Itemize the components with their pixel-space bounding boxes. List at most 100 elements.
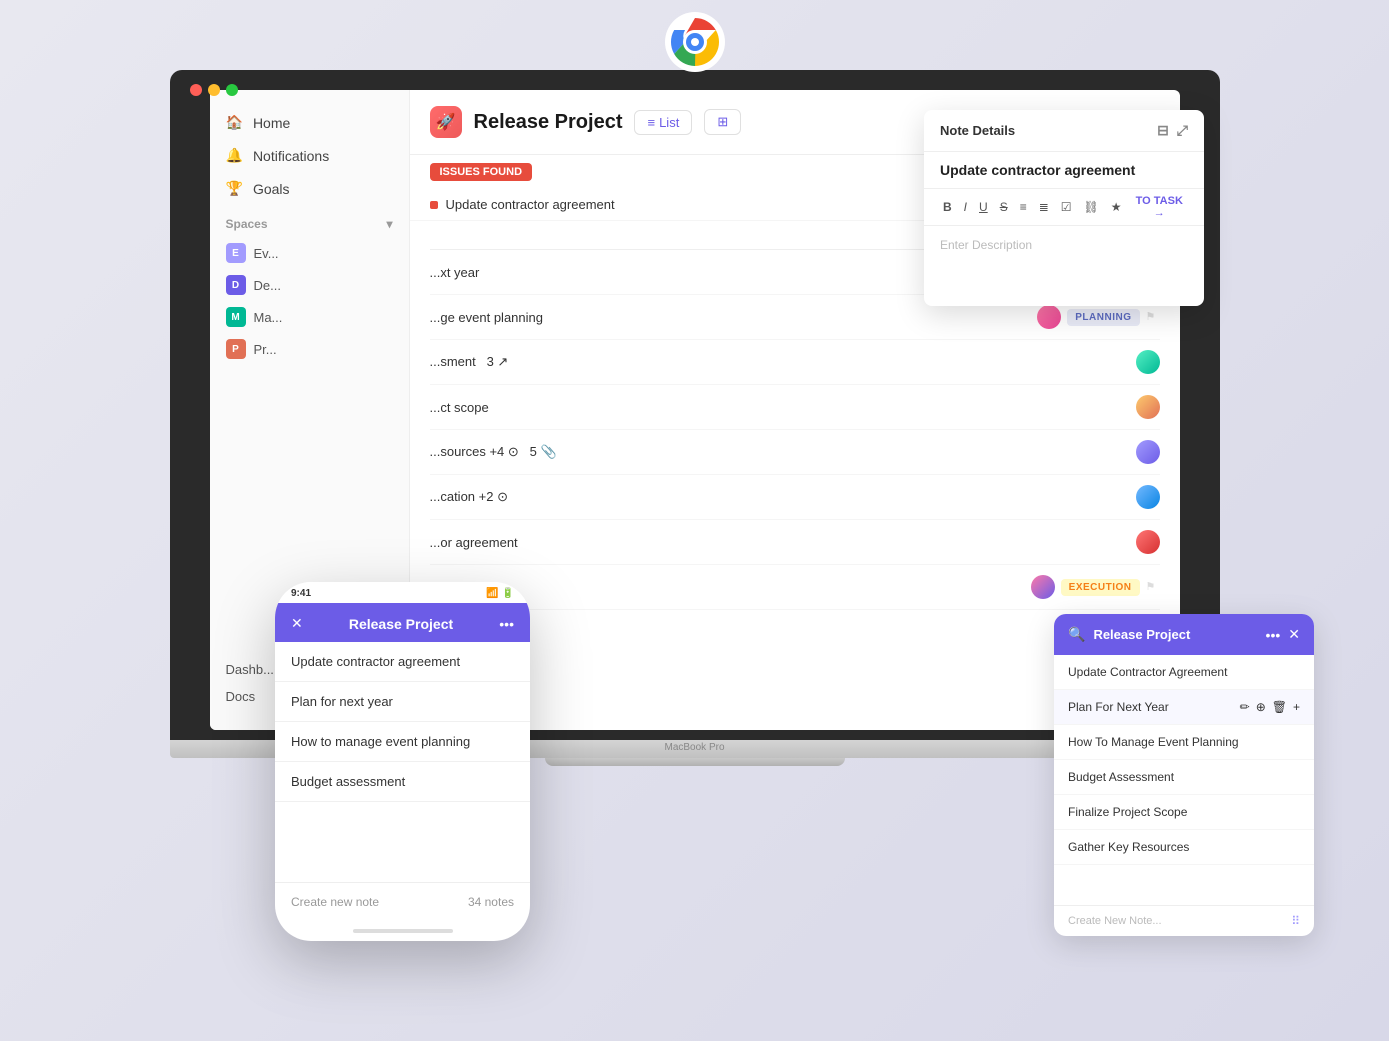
row-text: ...ge event planning [430, 310, 1030, 325]
phone-footer: Create new note 34 notes [275, 882, 530, 921]
table-row[interactable]: ...sources +4 ⊙ 5 📎 [430, 430, 1160, 475]
space-dot-m: M [226, 307, 246, 327]
table-row[interactable]: ...ct scope [430, 385, 1160, 430]
stage-badge-planning: PLANNING [1067, 309, 1139, 326]
row-text: ...sources +4 ⊙ 5 📎 [430, 444, 1128, 460]
space-item-p[interactable]: P Pr... [210, 333, 409, 365]
minimize-button[interactable] [208, 84, 220, 96]
notes-list-item-2[interactable]: Plan For Next Year ✏ ⊕ 🗑 + [1054, 690, 1314, 725]
bold-button[interactable]: B [940, 198, 955, 216]
phone-project-title: Release Project [349, 616, 453, 632]
notes-list-item-6[interactable]: Gather Key Resources [1054, 830, 1314, 865]
phone-more-button[interactable]: ••• [499, 616, 514, 632]
notes-list-header: 🔍 Release Project ••• ✕ [1054, 614, 1314, 655]
space-dot-p: P [226, 339, 246, 359]
trophy-icon: 🏆 [226, 180, 243, 197]
phone-note-item-1[interactable]: Update contractor agreement [275, 642, 530, 682]
sidebar-home-label: Home [253, 115, 290, 131]
project-icon: 🚀 [430, 106, 462, 138]
avatar [1136, 530, 1160, 554]
checkbox-button[interactable]: ☑ [1058, 198, 1075, 216]
table-row[interactable]: ...or agreement [430, 520, 1160, 565]
table-row[interactable]: ...cation +2 ⊙ [430, 475, 1160, 520]
note-toolbar: B I U S ≡ ≣ ☑ ⛓ ★ TO TASK → [924, 189, 1204, 226]
edit-icon[interactable]: ✏ [1240, 700, 1250, 714]
list-ol-button[interactable]: ≣ [1036, 198, 1052, 216]
row-meta: EXECUTION ⚑ [1031, 575, 1160, 599]
close-button[interactable] [190, 84, 202, 96]
row-meta [1136, 395, 1160, 419]
space-label-m: Ma... [254, 310, 283, 325]
tab-list-label: List [659, 115, 679, 130]
apps-icon[interactable]: ⠿ [1291, 914, 1300, 928]
space-item-m[interactable]: M Ma... [210, 301, 409, 333]
notes-footer-icons: ⠿ [1291, 914, 1300, 928]
maximize-button[interactable] [226, 84, 238, 96]
chevron-down-icon[interactable]: ▾ [386, 217, 392, 231]
expand-icon[interactable]: ⤢ [1177, 122, 1188, 139]
phone-note-item-4[interactable]: Budget assessment [275, 762, 530, 802]
phone-create-note-placeholder[interactable]: Create new note [291, 895, 379, 909]
space-item-d[interactable]: D De... [210, 269, 409, 301]
notes-list-item-4[interactable]: Budget Assessment [1054, 760, 1314, 795]
description-placeholder: Enter Description [940, 238, 1032, 252]
underline-button[interactable]: U [976, 198, 991, 216]
notes-list-item-1[interactable]: Update Contractor Agreement [1054, 655, 1314, 690]
delete-icon[interactable]: 🗑 [1272, 700, 1287, 714]
list-ul-button[interactable]: ≡ [1017, 198, 1030, 216]
row-text: ...or agreement [430, 535, 1128, 550]
avatar [1136, 485, 1160, 509]
phone-status-bar: 9:41 📶 🔋 [275, 582, 530, 603]
row-meta: PLANNING ⚑ [1037, 305, 1159, 329]
to-task-button[interactable]: TO TASK → [1131, 195, 1188, 219]
link-button[interactable]: ⛓ [1081, 198, 1102, 216]
space-label-e: Ev... [254, 246, 279, 261]
issue-dot [430, 201, 438, 209]
phone-note-item-3[interactable]: How to manage event planning [275, 722, 530, 762]
notes-close-button[interactable]: ✕ [1288, 626, 1300, 643]
notes-more-button[interactable]: ••• [1266, 627, 1281, 643]
traffic-lights [190, 84, 238, 96]
phone-note-item-2[interactable]: Plan for next year [275, 682, 530, 722]
spaces-label: Spaces [226, 217, 268, 231]
space-label-d: De... [254, 278, 281, 293]
note-description[interactable]: Enter Description [924, 226, 1204, 306]
issue-text: Update contractor agreement [446, 197, 615, 212]
phone-signal: 📶 🔋 [486, 588, 514, 599]
copy-icon[interactable]: ⊕ [1256, 700, 1266, 714]
note-panel-title-label: Note Details [940, 123, 1015, 138]
notes-search-icon[interactable]: 🔍 [1068, 626, 1085, 643]
tab-list[interactable]: ≡ List [634, 110, 692, 135]
chrome-icon [663, 10, 727, 74]
macbook-stand [545, 758, 845, 766]
star-button[interactable]: ★ [1108, 198, 1125, 216]
issues-badge: ISSUES FOUND [430, 163, 533, 181]
sidebar-item-notifications[interactable]: 🔔 Notifications [210, 139, 409, 172]
notes-list-item-3[interactable]: How To Manage Event Planning [1054, 725, 1314, 760]
table-row[interactable]: ...any website EXECUTION ⚑ [430, 565, 1160, 610]
italic-button[interactable]: I [961, 198, 970, 216]
bell-icon: 🔔 [226, 147, 243, 164]
notes-list-title: Release Project [1093, 627, 1257, 642]
note-title[interactable]: Update contractor agreement [924, 152, 1204, 189]
notes-item-actions: ✏ ⊕ 🗑 + [1240, 700, 1300, 714]
strikethrough-button[interactable]: S [997, 198, 1011, 216]
sidebar-item-goals[interactable]: 🏆 Goals [210, 172, 409, 205]
phone-close-button[interactable]: ✕ [291, 615, 303, 632]
stage-badge-execution: EXECUTION [1061, 579, 1140, 596]
note-details-panel: Note Details ⊟ ⤢ Update contractor agree… [924, 110, 1204, 306]
row-text: ...ct scope [430, 400, 1128, 415]
phone-notes-count: 34 notes [468, 895, 514, 909]
row-meta [1136, 440, 1160, 464]
add-icon[interactable]: + [1293, 700, 1300, 714]
sidebar-item-home[interactable]: 🏠 Home [210, 106, 409, 139]
row-text: ...sment 3 ↗ [430, 354, 1128, 370]
minimize-icon[interactable]: ⊟ [1157, 122, 1169, 139]
table-row[interactable]: ...sment 3 ↗ [430, 340, 1160, 385]
notes-create-placeholder[interactable]: Create New Note... [1068, 915, 1162, 927]
avatar [1136, 350, 1160, 374]
flag-icon: ⚑ [1146, 580, 1160, 594]
space-item-e[interactable]: E Ev... [210, 237, 409, 269]
tab-board[interactable]: ⊞ [704, 109, 741, 135]
notes-list-item-5[interactable]: Finalize Project Scope [1054, 795, 1314, 830]
